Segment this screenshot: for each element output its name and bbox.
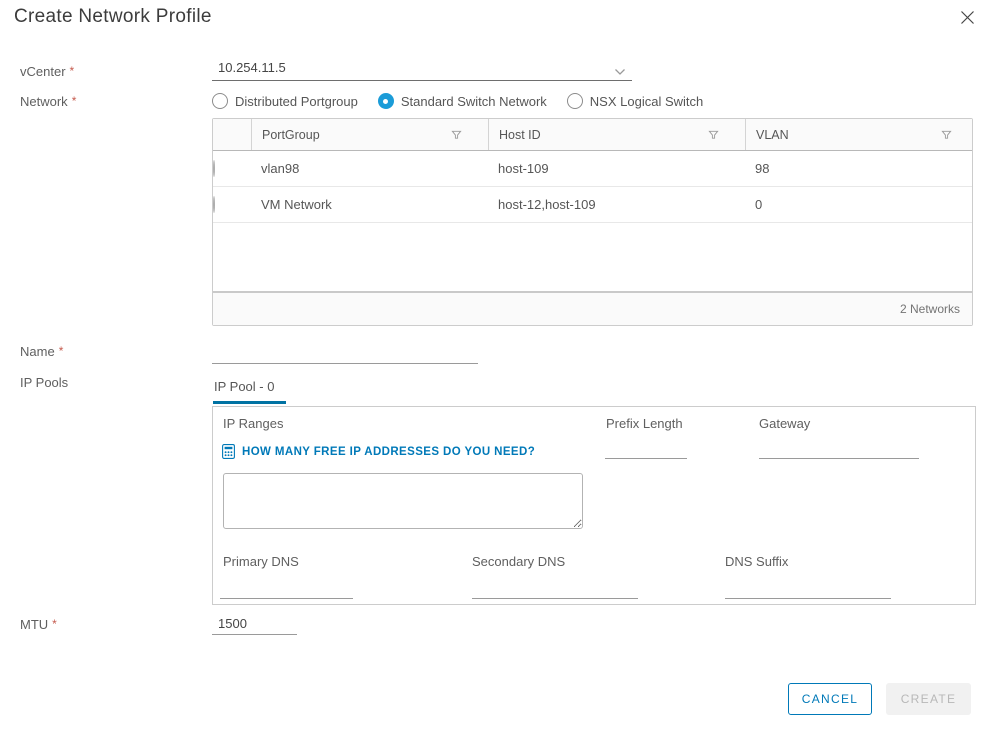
table-row[interactable]: VM Network host-12,host-109 0: [213, 187, 972, 223]
mtu-input[interactable]: [212, 612, 297, 635]
required-asterisk: *: [69, 64, 75, 78]
prefix-length-input[interactable]: [605, 437, 687, 459]
column-header-portgroup: PortGroup: [251, 119, 488, 150]
vcenter-select[interactable]: 10.254.11.5: [212, 54, 632, 81]
close-button[interactable]: [958, 10, 976, 28]
required-asterisk: *: [71, 94, 77, 108]
page-title: Create Network Profile: [14, 6, 212, 27]
primary-dns-label: Primary DNS: [223, 554, 299, 569]
vcenter-selected-value: 10.254.11.5: [218, 60, 286, 75]
radio-unchecked-icon: [212, 93, 228, 109]
chevron-down-icon: [614, 63, 626, 81]
column-header-hostid: Host ID: [488, 119, 745, 150]
filter-icon[interactable]: [941, 129, 952, 140]
column-header-vlan: VLAN: [745, 119, 972, 150]
ip-pools-label: IP Pools: [20, 375, 69, 390]
cell-hostid: host-12,host-109: [498, 197, 596, 212]
free-ip-calculator-link[interactable]: HOW MANY FREE IP ADDRESSES DO YOU NEED?: [222, 444, 535, 459]
prefix-length-label: Prefix Length: [606, 416, 683, 431]
cell-portgroup: vlan98: [261, 161, 300, 176]
ip-ranges-textarea[interactable]: [223, 473, 583, 529]
name-label: Name *: [20, 344, 64, 359]
filter-icon[interactable]: [708, 129, 719, 140]
row-select-radio[interactable]: [213, 196, 215, 213]
cell-portgroup: VM Network: [261, 197, 332, 212]
calculator-icon: [222, 444, 235, 459]
ip-pool-panel: IP Ranges Prefix Length Gateway HOW MANY…: [212, 406, 976, 605]
required-asterisk: *: [52, 617, 57, 631]
network-type-radio-group: Distributed Portgroup Standard Switch Ne…: [212, 93, 703, 109]
create-button[interactable]: CREATE: [886, 683, 971, 715]
network-label: Network *: [20, 94, 77, 109]
name-input[interactable]: [212, 340, 478, 364]
tab-ip-pool-0[interactable]: IP Pool - 0: [213, 379, 287, 404]
secondary-dns-input[interactable]: [472, 577, 638, 599]
close-icon: [960, 11, 974, 24]
filter-icon[interactable]: [451, 129, 462, 140]
vcenter-label: vCenter *: [20, 64, 75, 79]
gateway-input[interactable]: [759, 437, 919, 459]
network-count: 2 Networks: [899, 302, 960, 316]
ip-ranges-label: IP Ranges: [223, 416, 284, 431]
gateway-label: Gateway: [759, 416, 811, 431]
networks-table: PortGroup Host ID VLAN vlan98 host-109 9…: [212, 118, 973, 326]
table-footer: 2 Networks: [213, 291, 972, 325]
required-asterisk: *: [58, 344, 64, 358]
primary-dns-input[interactable]: [220, 577, 353, 599]
cancel-button[interactable]: CANCEL: [788, 683, 872, 715]
radio-standard-switch-network[interactable]: Standard Switch Network: [377, 93, 547, 109]
radio-unchecked-icon: [566, 93, 583, 109]
radio-checked-icon: [377, 93, 394, 109]
table-empty-area: [213, 223, 972, 291]
table-header-row: PortGroup Host ID VLAN: [213, 119, 972, 151]
table-row[interactable]: vlan98 host-109 98: [213, 151, 972, 187]
cell-vlan: 98: [755, 161, 770, 176]
secondary-dns-label: Secondary DNS: [472, 554, 566, 569]
cell-hostid: host-109: [498, 161, 549, 176]
dns-suffix-label: DNS Suffix: [725, 554, 789, 569]
dns-suffix-input[interactable]: [725, 577, 891, 599]
radio-nsx-logical-switch[interactable]: NSX Logical Switch: [566, 93, 703, 109]
radio-distributed-portgroup[interactable]: Distributed Portgroup: [212, 93, 358, 109]
create-network-profile-dialog: Create Network Profile vCenter * 10.254.1…: [0, 0, 996, 754]
mtu-label: MTU *: [20, 617, 57, 632]
row-select-radio[interactable]: [213, 160, 215, 177]
cell-vlan: 0: [755, 197, 763, 212]
selection-column-header: [213, 119, 251, 150]
